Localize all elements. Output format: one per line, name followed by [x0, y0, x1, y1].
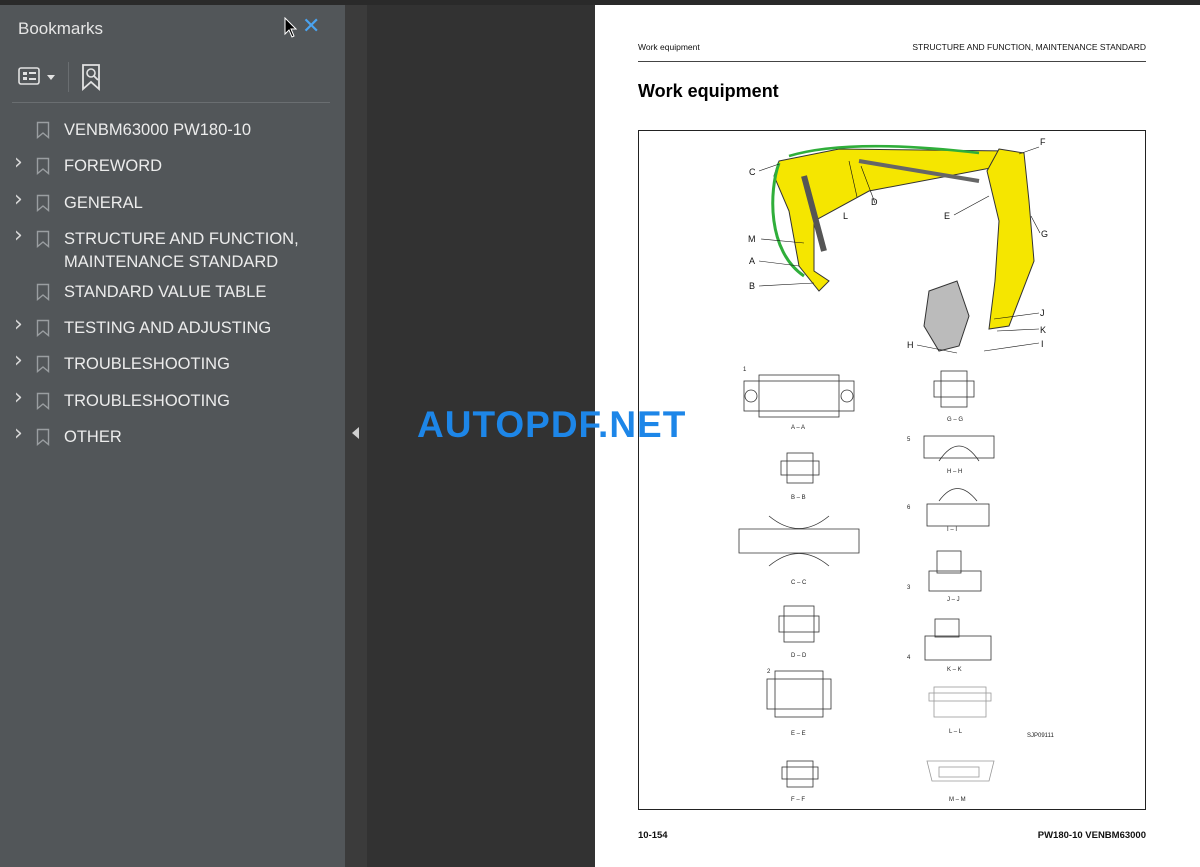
- callout-d: D: [871, 197, 878, 207]
- section-f-f: [781, 760, 819, 788]
- callout-f: F: [1040, 137, 1046, 147]
- boom-shape: [773, 148, 1018, 292]
- find-bookmark-icon: [82, 64, 100, 91]
- section-e-e: [766, 670, 832, 718]
- bookmark-icon: [36, 157, 50, 175]
- callout-g: G: [1041, 229, 1048, 239]
- section-k-k: [924, 618, 992, 661]
- expand-chevron-icon[interactable]: ›: [14, 348, 23, 373]
- bookmark-label: TROUBLESHOOTING: [64, 355, 230, 373]
- part-number-2: 2: [767, 669, 771, 675]
- callout-h: H: [907, 340, 914, 350]
- bookmark-label: VENBM63000 PW180-10: [64, 121, 252, 139]
- header-rule: [638, 61, 1146, 62]
- section-h-h: [923, 435, 995, 462]
- section-l-l: [928, 686, 992, 718]
- section-label-a: A – A: [791, 425, 805, 431]
- section-label-b: B – B: [791, 495, 806, 501]
- expand-chevron-icon[interactable]: ›: [14, 187, 23, 212]
- section-c-c: [738, 515, 860, 567]
- find-bookmark-button[interactable]: [76, 61, 108, 93]
- callout-c: C: [749, 167, 756, 177]
- bookmark-icon: [36, 194, 50, 212]
- section-i-i: [926, 488, 990, 527]
- bookmark-label: OTHER: [64, 428, 122, 446]
- callout-l: L: [843, 211, 848, 221]
- page-title: Work equipment: [638, 81, 779, 101]
- expand-chevron-icon[interactable]: ›: [14, 385, 23, 410]
- expand-chevron-icon[interactable]: ›: [14, 312, 23, 337]
- watermark-text: AUTOPDF.NET: [417, 404, 687, 445]
- section-label-j: J – J: [947, 597, 960, 603]
- expand-chevron-icon[interactable]: ›: [14, 150, 23, 175]
- bookmark-options-icon: [18, 67, 55, 85]
- section-j-j: [928, 550, 982, 592]
- section-b-b: [780, 452, 820, 484]
- section-label-g: G – G: [947, 417, 963, 423]
- bookmark-options-button[interactable]: [16, 63, 60, 91]
- work-equipment-drawing: C D L E F G M A B J K H I A – A B – B C …: [738, 137, 1054, 803]
- callout-b: B: [749, 281, 755, 291]
- part-number-1: 1: [743, 367, 747, 373]
- callout-i: I: [1041, 339, 1044, 349]
- section-label-f: F – F: [791, 797, 805, 803]
- section-label-c: C – C: [791, 580, 807, 586]
- toolbar-divider: [68, 62, 69, 92]
- bookmark-label: TROUBLESHOOTING: [64, 392, 230, 410]
- section-label-k: K – K: [947, 667, 962, 673]
- bookmark-icon: [36, 428, 50, 446]
- bookmark-label: STANDARD VALUE TABLE: [64, 283, 267, 301]
- bookmark-icon: [36, 392, 50, 410]
- panel-title: Bookmarks: [18, 19, 104, 38]
- callout-a: A: [749, 256, 755, 266]
- bookmark-icon: [36, 283, 50, 301]
- running-header-left: Work equipment: [638, 42, 700, 52]
- callout-m: M: [748, 234, 756, 244]
- section-label-h: H – H: [947, 469, 962, 475]
- running-header-right: STRUCTURE AND FUNCTION, MAINTENANCE STAN…: [912, 42, 1146, 52]
- part-number-6: 6: [907, 505, 911, 511]
- bookmark-label: GENERAL: [64, 194, 143, 212]
- collapse-panel-icon[interactable]: [352, 427, 359, 439]
- bookmark-label-line2: MAINTENANCE STANDARD: [64, 253, 279, 271]
- callout-j: J: [1040, 308, 1045, 318]
- bucket-shape: [923, 280, 970, 352]
- arm-shape: [986, 148, 1035, 330]
- section-a-a: [743, 374, 855, 418]
- figure-code: SJP09111: [1027, 733, 1054, 739]
- mouse-cursor-icon: [284, 17, 298, 38]
- part-number-3: 3: [907, 585, 911, 591]
- section-d-d: [778, 605, 820, 643]
- section-m-m: [926, 760, 995, 782]
- toolbar-bottom-divider: [12, 102, 330, 103]
- bookmark-icon: [36, 319, 50, 337]
- callout-e: E: [944, 211, 950, 221]
- section-label-e: E – E: [791, 731, 806, 737]
- footer-model: PW180-10 VENBM63000: [1037, 830, 1146, 841]
- bookmark-icon: [36, 121, 50, 139]
- bookmark-label: TESTING AND ADJUSTING: [64, 319, 272, 337]
- bookmark-icon: [36, 230, 50, 248]
- section-label-l: L – L: [949, 729, 963, 735]
- part-number-4: 4: [907, 655, 911, 661]
- close-icon[interactable]: ✕: [302, 14, 320, 39]
- bookmarks-panel: Bookmarks ✕ VENBM63000 PW180-10 › FOREWORD…: [0, 5, 345, 867]
- work-equipment-figure: C D L E F G M A B J K H I A – A B – B C …: [638, 130, 1146, 810]
- section-label-m: M – M: [949, 797, 966, 803]
- part-number-5: 5: [907, 437, 911, 443]
- bookmark-label: STRUCTURE AND FUNCTION,: [64, 230, 299, 248]
- callout-k: K: [1040, 325, 1046, 335]
- section-label-d: D – D: [791, 653, 807, 659]
- section-g-g: [933, 370, 975, 408]
- bookmark-label: FOREWORD: [64, 157, 163, 175]
- page-number: 10-154: [638, 830, 668, 841]
- expand-chevron-icon[interactable]: ›: [14, 421, 23, 446]
- section-label-i: I – I: [947, 527, 957, 533]
- bookmark-icon: [36, 355, 50, 373]
- expand-chevron-icon[interactable]: ›: [14, 223, 23, 248]
